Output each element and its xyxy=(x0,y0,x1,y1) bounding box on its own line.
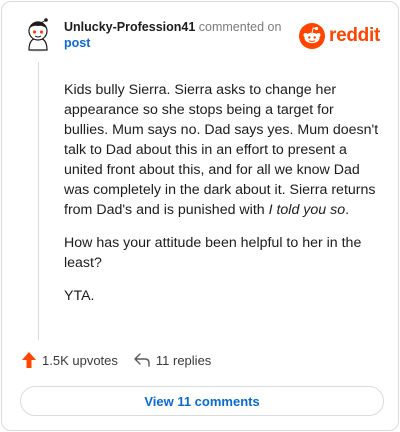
post-link[interactable]: post xyxy=(64,36,90,51)
avatar[interactable] xyxy=(22,16,54,52)
comment-body: Kids bully Sierra. Sierra asks to change… xyxy=(64,80,380,319)
reddit-wordmark: reddit xyxy=(329,25,380,46)
embedded-comment-card: Unlucky-Profession41 commented on post r… xyxy=(1,1,399,431)
author-line: Unlucky-Profession41 commented on xyxy=(64,20,281,35)
author-name[interactable]: Unlucky-Profession41 xyxy=(64,20,195,34)
comment-actions: 1.5K upvotes 11 replies xyxy=(22,350,211,370)
upvotes-label: 1.5K upvotes xyxy=(42,352,118,368)
replies-label: 11 replies xyxy=(155,352,212,368)
reply-arrow-icon xyxy=(134,353,150,367)
comment-text-suffix: . xyxy=(345,202,350,218)
view-comments-button[interactable]: View 11 comments xyxy=(20,386,384,416)
thread-line xyxy=(38,62,39,340)
replies-button[interactable]: 11 replies xyxy=(134,353,211,368)
comment-header: Unlucky-Profession41 commented on post r… xyxy=(22,16,382,56)
comment-paragraph: How has your attitude been helpful to he… xyxy=(64,235,362,271)
upvotes-button[interactable]: 1.5K upvotes xyxy=(22,352,118,368)
upvote-arrow-icon xyxy=(22,352,36,368)
comment-paragraph: YTA. xyxy=(64,288,95,304)
commented-on-text: commented on xyxy=(198,20,282,34)
comment-paragraph: Kids bully Sierra. Sierra asks to change… xyxy=(64,80,380,220)
comment-emphasis: I told you so xyxy=(268,202,346,218)
reddit-snoo-icon xyxy=(299,23,326,49)
comment-text: Kids bully Sierra. Sierra asks to change… xyxy=(64,82,379,218)
reddit-logo[interactable]: reddit xyxy=(299,23,380,49)
